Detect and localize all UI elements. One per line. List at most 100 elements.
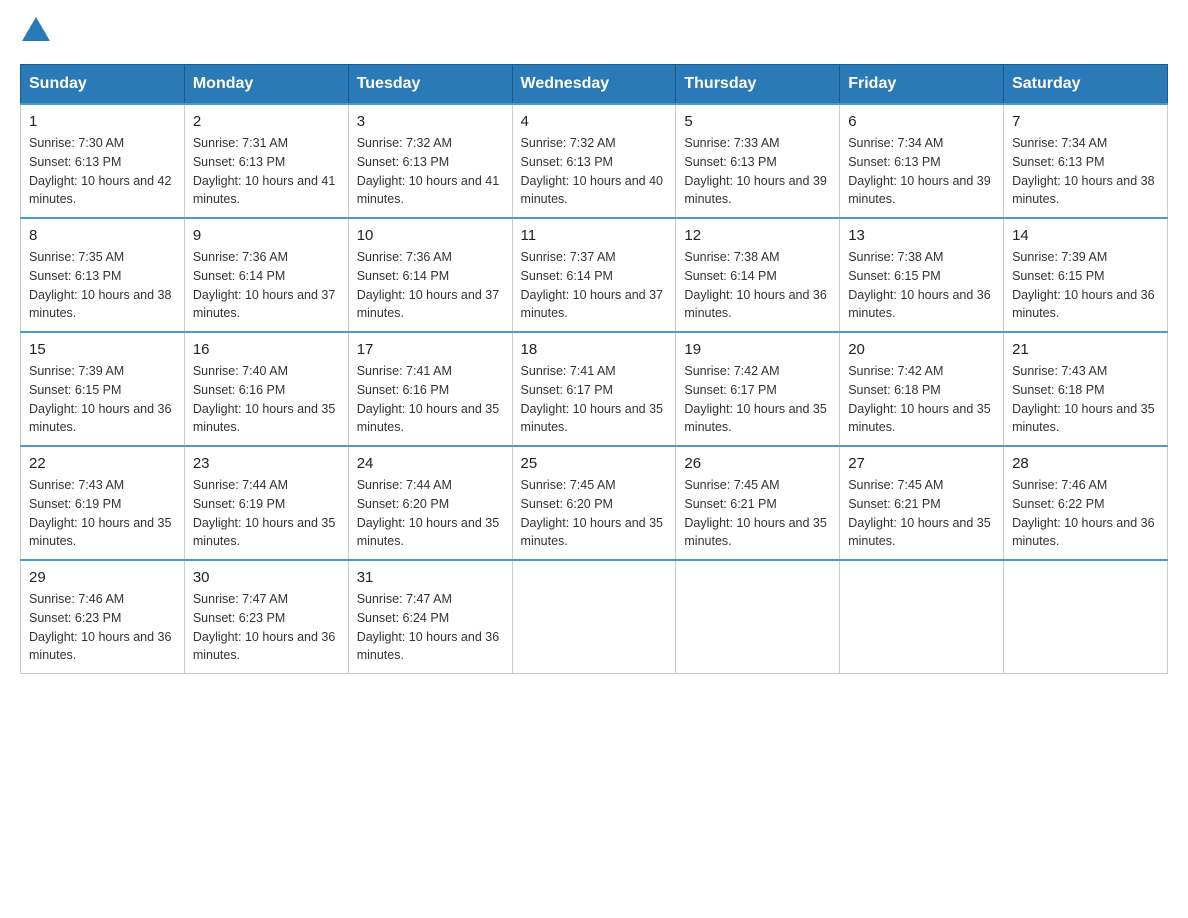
day-info: Sunrise: 7:40 AM Sunset: 6:16 PM Dayligh… (193, 362, 340, 437)
header-wednesday: Wednesday (512, 65, 676, 105)
calendar-cell: 26 Sunrise: 7:45 AM Sunset: 6:21 PM Dayl… (676, 446, 840, 560)
day-info: Sunrise: 7:36 AM Sunset: 6:14 PM Dayligh… (193, 248, 340, 323)
day-number: 9 (193, 227, 340, 244)
day-number: 12 (684, 227, 831, 244)
day-info: Sunrise: 7:30 AM Sunset: 6:13 PM Dayligh… (29, 134, 176, 209)
day-info: Sunrise: 7:37 AM Sunset: 6:14 PM Dayligh… (521, 248, 668, 323)
logo-triangle-icon (22, 17, 50, 41)
calendar-cell: 31 Sunrise: 7:47 AM Sunset: 6:24 PM Dayl… (348, 560, 512, 674)
day-number: 2 (193, 113, 340, 130)
day-number: 1 (29, 113, 176, 130)
calendar-cell: 20 Sunrise: 7:42 AM Sunset: 6:18 PM Dayl… (840, 332, 1004, 446)
day-info: Sunrise: 7:34 AM Sunset: 6:13 PM Dayligh… (848, 134, 995, 209)
day-number: 31 (357, 569, 504, 586)
day-number: 4 (521, 113, 668, 130)
day-info: Sunrise: 7:43 AM Sunset: 6:19 PM Dayligh… (29, 476, 176, 551)
header-row: SundayMondayTuesdayWednesdayThursdayFrid… (21, 65, 1168, 105)
calendar-cell: 1 Sunrise: 7:30 AM Sunset: 6:13 PM Dayli… (21, 104, 185, 218)
day-number: 8 (29, 227, 176, 244)
day-info: Sunrise: 7:38 AM Sunset: 6:14 PM Dayligh… (684, 248, 831, 323)
day-number: 16 (193, 341, 340, 358)
calendar-cell: 19 Sunrise: 7:42 AM Sunset: 6:17 PM Dayl… (676, 332, 840, 446)
day-number: 28 (1012, 455, 1159, 472)
day-number: 15 (29, 341, 176, 358)
day-number: 29 (29, 569, 176, 586)
day-info: Sunrise: 7:46 AM Sunset: 6:23 PM Dayligh… (29, 590, 176, 665)
calendar-cell: 9 Sunrise: 7:36 AM Sunset: 6:14 PM Dayli… (184, 218, 348, 332)
day-info: Sunrise: 7:45 AM Sunset: 6:21 PM Dayligh… (684, 476, 831, 551)
calendar-cell: 18 Sunrise: 7:41 AM Sunset: 6:17 PM Dayl… (512, 332, 676, 446)
calendar-cell (512, 560, 676, 674)
calendar-cell: 14 Sunrise: 7:39 AM Sunset: 6:15 PM Dayl… (1004, 218, 1168, 332)
day-number: 23 (193, 455, 340, 472)
day-info: Sunrise: 7:36 AM Sunset: 6:14 PM Dayligh… (357, 248, 504, 323)
calendar-cell: 15 Sunrise: 7:39 AM Sunset: 6:15 PM Dayl… (21, 332, 185, 446)
day-number: 27 (848, 455, 995, 472)
day-number: 18 (521, 341, 668, 358)
calendar-cell: 25 Sunrise: 7:45 AM Sunset: 6:20 PM Dayl… (512, 446, 676, 560)
calendar-cell: 5 Sunrise: 7:33 AM Sunset: 6:13 PM Dayli… (676, 104, 840, 218)
calendar-cell: 21 Sunrise: 7:43 AM Sunset: 6:18 PM Dayl… (1004, 332, 1168, 446)
day-info: Sunrise: 7:34 AM Sunset: 6:13 PM Dayligh… (1012, 134, 1159, 209)
day-info: Sunrise: 7:44 AM Sunset: 6:20 PM Dayligh… (357, 476, 504, 551)
calendar-cell: 16 Sunrise: 7:40 AM Sunset: 6:16 PM Dayl… (184, 332, 348, 446)
week-row-2: 8 Sunrise: 7:35 AM Sunset: 6:13 PM Dayli… (21, 218, 1168, 332)
day-number: 30 (193, 569, 340, 586)
calendar-cell: 3 Sunrise: 7:32 AM Sunset: 6:13 PM Dayli… (348, 104, 512, 218)
header-tuesday: Tuesday (348, 65, 512, 105)
day-info: Sunrise: 7:39 AM Sunset: 6:15 PM Dayligh… (1012, 248, 1159, 323)
day-info: Sunrise: 7:39 AM Sunset: 6:15 PM Dayligh… (29, 362, 176, 437)
day-info: Sunrise: 7:32 AM Sunset: 6:13 PM Dayligh… (357, 134, 504, 209)
day-info: Sunrise: 7:42 AM Sunset: 6:18 PM Dayligh… (848, 362, 995, 437)
calendar-cell: 13 Sunrise: 7:38 AM Sunset: 6:15 PM Dayl… (840, 218, 1004, 332)
page-header (20, 20, 1168, 44)
day-info: Sunrise: 7:41 AM Sunset: 6:16 PM Dayligh… (357, 362, 504, 437)
calendar-cell: 2 Sunrise: 7:31 AM Sunset: 6:13 PM Dayli… (184, 104, 348, 218)
header-friday: Friday (840, 65, 1004, 105)
day-number: 6 (848, 113, 995, 130)
week-row-5: 29 Sunrise: 7:46 AM Sunset: 6:23 PM Dayl… (21, 560, 1168, 674)
day-number: 5 (684, 113, 831, 130)
calendar-cell: 30 Sunrise: 7:47 AM Sunset: 6:23 PM Dayl… (184, 560, 348, 674)
day-number: 14 (1012, 227, 1159, 244)
day-info: Sunrise: 7:35 AM Sunset: 6:13 PM Dayligh… (29, 248, 176, 323)
header-monday: Monday (184, 65, 348, 105)
day-number: 10 (357, 227, 504, 244)
day-info: Sunrise: 7:38 AM Sunset: 6:15 PM Dayligh… (848, 248, 995, 323)
day-info: Sunrise: 7:31 AM Sunset: 6:13 PM Dayligh… (193, 134, 340, 209)
calendar-cell: 4 Sunrise: 7:32 AM Sunset: 6:13 PM Dayli… (512, 104, 676, 218)
calendar-cell (1004, 560, 1168, 674)
day-info: Sunrise: 7:47 AM Sunset: 6:24 PM Dayligh… (357, 590, 504, 665)
calendar-cell: 12 Sunrise: 7:38 AM Sunset: 6:14 PM Dayl… (676, 218, 840, 332)
week-row-3: 15 Sunrise: 7:39 AM Sunset: 6:15 PM Dayl… (21, 332, 1168, 446)
day-info: Sunrise: 7:43 AM Sunset: 6:18 PM Dayligh… (1012, 362, 1159, 437)
day-info: Sunrise: 7:45 AM Sunset: 6:21 PM Dayligh… (848, 476, 995, 551)
day-number: 13 (848, 227, 995, 244)
day-info: Sunrise: 7:42 AM Sunset: 6:17 PM Dayligh… (684, 362, 831, 437)
header-saturday: Saturday (1004, 65, 1168, 105)
day-number: 19 (684, 341, 831, 358)
day-number: 11 (521, 227, 668, 244)
day-info: Sunrise: 7:33 AM Sunset: 6:13 PM Dayligh… (684, 134, 831, 209)
calendar-table: SundayMondayTuesdayWednesdayThursdayFrid… (20, 64, 1168, 674)
calendar-cell: 29 Sunrise: 7:46 AM Sunset: 6:23 PM Dayl… (21, 560, 185, 674)
day-info: Sunrise: 7:47 AM Sunset: 6:23 PM Dayligh… (193, 590, 340, 665)
calendar-cell: 27 Sunrise: 7:45 AM Sunset: 6:21 PM Dayl… (840, 446, 1004, 560)
day-info: Sunrise: 7:44 AM Sunset: 6:19 PM Dayligh… (193, 476, 340, 551)
day-number: 26 (684, 455, 831, 472)
day-number: 21 (1012, 341, 1159, 358)
day-info: Sunrise: 7:46 AM Sunset: 6:22 PM Dayligh… (1012, 476, 1159, 551)
calendar-cell: 22 Sunrise: 7:43 AM Sunset: 6:19 PM Dayl… (21, 446, 185, 560)
header-thursday: Thursday (676, 65, 840, 105)
calendar-cell: 23 Sunrise: 7:44 AM Sunset: 6:19 PM Dayl… (184, 446, 348, 560)
calendar-cell: 10 Sunrise: 7:36 AM Sunset: 6:14 PM Dayl… (348, 218, 512, 332)
calendar-cell: 8 Sunrise: 7:35 AM Sunset: 6:13 PM Dayli… (21, 218, 185, 332)
logo (20, 20, 53, 44)
calendar-cell: 17 Sunrise: 7:41 AM Sunset: 6:16 PM Dayl… (348, 332, 512, 446)
day-number: 24 (357, 455, 504, 472)
day-number: 25 (521, 455, 668, 472)
calendar-cell: 11 Sunrise: 7:37 AM Sunset: 6:14 PM Dayl… (512, 218, 676, 332)
week-row-4: 22 Sunrise: 7:43 AM Sunset: 6:19 PM Dayl… (21, 446, 1168, 560)
calendar-cell: 28 Sunrise: 7:46 AM Sunset: 6:22 PM Dayl… (1004, 446, 1168, 560)
week-row-1: 1 Sunrise: 7:30 AM Sunset: 6:13 PM Dayli… (21, 104, 1168, 218)
